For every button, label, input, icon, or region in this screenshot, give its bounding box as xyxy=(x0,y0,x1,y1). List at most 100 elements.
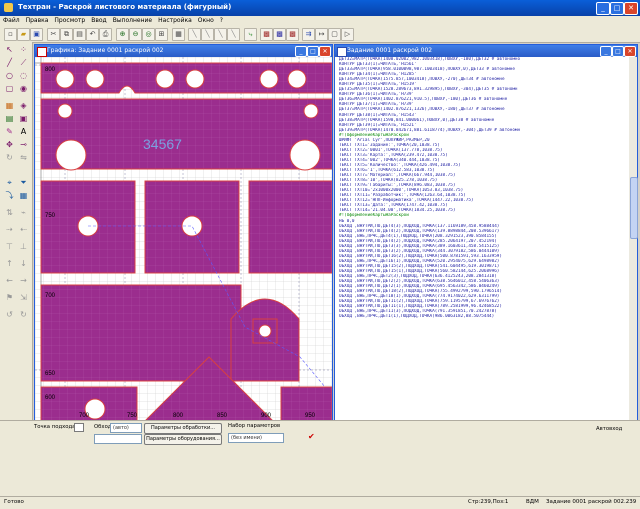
approach-tool-icon[interactable]: ⤵ xyxy=(4,190,15,201)
zoom-in-icon[interactable]: ⊕ xyxy=(116,28,129,41)
paste-icon[interactable]: ▤ xyxy=(73,28,86,41)
menu-settings[interactable]: Настройка xyxy=(155,16,195,26)
code-line[interactable]: ОБХОД ,ВНЕ,ПРЧС,ДЕТ1(1),ПОДХОД,ТОЧКА(986… xyxy=(339,314,627,319)
undo-icon[interactable]: ↶ xyxy=(86,28,99,41)
hole-mid-4 xyxy=(303,103,319,119)
move-right-icon[interactable]: → xyxy=(18,275,29,286)
editor-close-button[interactable]: ✕ xyxy=(624,46,636,57)
graphics-close-button[interactable]: ✕ xyxy=(319,46,331,57)
maximize-button[interactable]: □ xyxy=(610,2,624,15)
part-square-3[interactable] xyxy=(248,180,332,274)
status-document: Задание 0001 раскрой 002.239 xyxy=(546,499,637,505)
stop-icon[interactable]: ▢ xyxy=(328,28,341,41)
order-tool-icon[interactable]: ⇅ xyxy=(4,207,15,218)
text-tool-icon[interactable]: A xyxy=(18,126,29,137)
paint-tool-icon[interactable]: ✎ xyxy=(4,126,15,137)
save-icon[interactable]: ▣ xyxy=(30,28,43,41)
mirror-tool-icon[interactable]: ⇋ xyxy=(18,152,29,163)
param-set-select[interactable]: (без имени) xyxy=(228,433,284,443)
nest2-icon[interactable]: ▩ xyxy=(273,28,286,41)
line2-tool-icon[interactable]: ╲ xyxy=(201,28,214,41)
nest-icon[interactable]: ▩ xyxy=(260,28,273,41)
lead-tool-icon[interactable]: ⌁ xyxy=(18,207,29,218)
nest3-icon[interactable]: ▩ xyxy=(286,28,299,41)
processing-params-button[interactable]: Параметры обработки... xyxy=(144,423,222,434)
measure-tool-icon[interactable]: ⊸ xyxy=(18,139,29,150)
menu-input[interactable]: Ввод xyxy=(88,16,109,26)
copy-icon[interactable]: ⧉ xyxy=(60,28,73,41)
code-editor[interactable]: ДЕТ32=МАТР(ТОЧКА(1408.02002,982.1003418)… xyxy=(339,57,627,420)
cut-order-icon[interactable]: ⇢ xyxy=(4,224,15,235)
grid-icon[interactable]: ▦ xyxy=(172,28,185,41)
editor-maximize-button[interactable]: □ xyxy=(612,46,624,57)
line-tool-icon[interactable]: ╱ xyxy=(4,57,15,68)
bypass-select[interactable]: (авто) xyxy=(110,423,142,433)
approach-point-button[interactable] xyxy=(74,423,84,432)
redo-icon[interactable]: ↻ xyxy=(18,309,29,320)
bridge-tool-icon[interactable]: ▦ xyxy=(18,190,29,201)
line-tool-icon[interactable]: ╲ xyxy=(188,28,201,41)
zoom-fit-icon[interactable]: ◎ xyxy=(142,28,155,41)
app-icon xyxy=(4,3,13,12)
pan-tool-icon[interactable]: ✥ xyxy=(4,139,15,150)
contour-tool-icon[interactable]: ◉ xyxy=(18,83,29,94)
tool-palette: ↖ ⁘ ╱ ⟋ ○ ◌ ▢ ◉ ▦ ◈ ▤ ▣ ✎ A ✥ ⊸ ↻ ⇋ ⌖ ⏷ … xyxy=(0,42,33,420)
pierce-icon[interactable]: ⊥ xyxy=(18,241,29,252)
line3-tool-icon[interactable]: ╲ xyxy=(214,28,227,41)
editor-scrollbar[interactable] xyxy=(629,57,638,420)
cut-dir-icon[interactable]: ⇠ xyxy=(18,224,29,235)
matrix-tool-icon[interactable]: ▣ xyxy=(18,113,29,124)
new-file-icon[interactable]: ▫ xyxy=(4,28,17,41)
axis-label-x-900: 900 xyxy=(261,413,272,419)
menu-help[interactable]: ? xyxy=(217,16,226,26)
select-tool-icon[interactable]: ↖ xyxy=(4,44,15,55)
zoom-window-icon[interactable]: ⊞ xyxy=(155,28,168,41)
graphics-minimize-button[interactable]: _ xyxy=(295,46,307,57)
line4-tool-icon[interactable]: ╲ xyxy=(227,28,240,41)
table-tool-icon[interactable]: ▦ xyxy=(4,100,15,111)
polyline-tool-icon[interactable]: ⟋ xyxy=(18,57,29,68)
filter-tool-icon[interactable]: ⏷ xyxy=(18,177,29,188)
ok-icon[interactable]: ✔ xyxy=(308,432,315,441)
pin-icon[interactable]: ⇲ xyxy=(18,292,29,303)
rect-tool-icon[interactable]: ▢ xyxy=(4,83,15,94)
menu-edit[interactable]: Правка xyxy=(23,16,52,26)
flag-icon[interactable]: ⚑ xyxy=(4,292,15,303)
zoom-out-icon[interactable]: ⊖ xyxy=(129,28,142,41)
nesting-canvas[interactable]: 34567 800 750 700 650 600 700 750 800 85… xyxy=(35,57,332,421)
step-icon[interactable]: ↦ xyxy=(315,28,328,41)
equipment-params-button[interactable]: Параметры оборудования... xyxy=(144,434,222,445)
route-tool-icon[interactable]: ⌖ xyxy=(4,177,15,188)
axis-label-y-650: 650 xyxy=(45,371,56,377)
menu-window[interactable]: Окно xyxy=(195,16,217,26)
path-icon[interactable]: ⤷ xyxy=(244,28,257,41)
bypass-select-2[interactable] xyxy=(94,434,142,444)
move-down-icon[interactable]: ↓ xyxy=(18,258,29,269)
micro-joint-icon[interactable]: ⊤ xyxy=(4,241,15,252)
layer-tool-icon[interactable]: ▤ xyxy=(4,113,15,124)
menu-run[interactable]: Выполнение xyxy=(110,16,155,26)
graphics-maximize-button[interactable]: □ xyxy=(307,46,319,57)
move-up-icon[interactable]: ↑ xyxy=(4,258,15,269)
cut-icon[interactable]: ✂ xyxy=(47,28,60,41)
menu-file[interactable]: Файл xyxy=(0,16,23,26)
move-left-icon[interactable]: ← xyxy=(4,275,15,286)
close-button[interactable]: ✕ xyxy=(624,2,638,15)
scrollbar-thumb[interactable] xyxy=(630,177,638,239)
main-toolbar: ▫ ▰ ▣ ✂ ⧉ ▤ ↶ ⎙ ⊕ ⊖ ◎ ⊞ ▦ ╲ ╲ ╲ ╲ ⤷ ▩ ▩ … xyxy=(0,26,640,43)
menu-view[interactable]: Просмотр xyxy=(51,16,88,26)
open-folder-icon[interactable]: ▰ xyxy=(17,28,30,41)
parameters-panel: Точка подхода Обход (авто) Параметры обр… xyxy=(0,420,640,497)
minimize-button[interactable]: _ xyxy=(596,2,610,15)
print-icon[interactable]: ⎙ xyxy=(99,28,112,41)
part-tool-icon[interactable]: ◈ xyxy=(18,100,29,111)
run-icon[interactable]: ⇉ xyxy=(302,28,315,41)
circle-tool-icon[interactable]: ○ xyxy=(4,70,15,81)
rotate-tool-icon[interactable]: ↻ xyxy=(4,152,15,163)
editor-minimize-button[interactable]: _ xyxy=(600,46,612,57)
arc-tool-icon[interactable]: ◌ xyxy=(18,70,29,81)
play-icon[interactable]: ▷ xyxy=(341,28,354,41)
refresh-icon[interactable]: ↺ xyxy=(4,309,15,320)
axis-label-y-600: 600 xyxy=(45,395,56,401)
point-tool-icon[interactable]: ⁘ xyxy=(18,44,29,55)
